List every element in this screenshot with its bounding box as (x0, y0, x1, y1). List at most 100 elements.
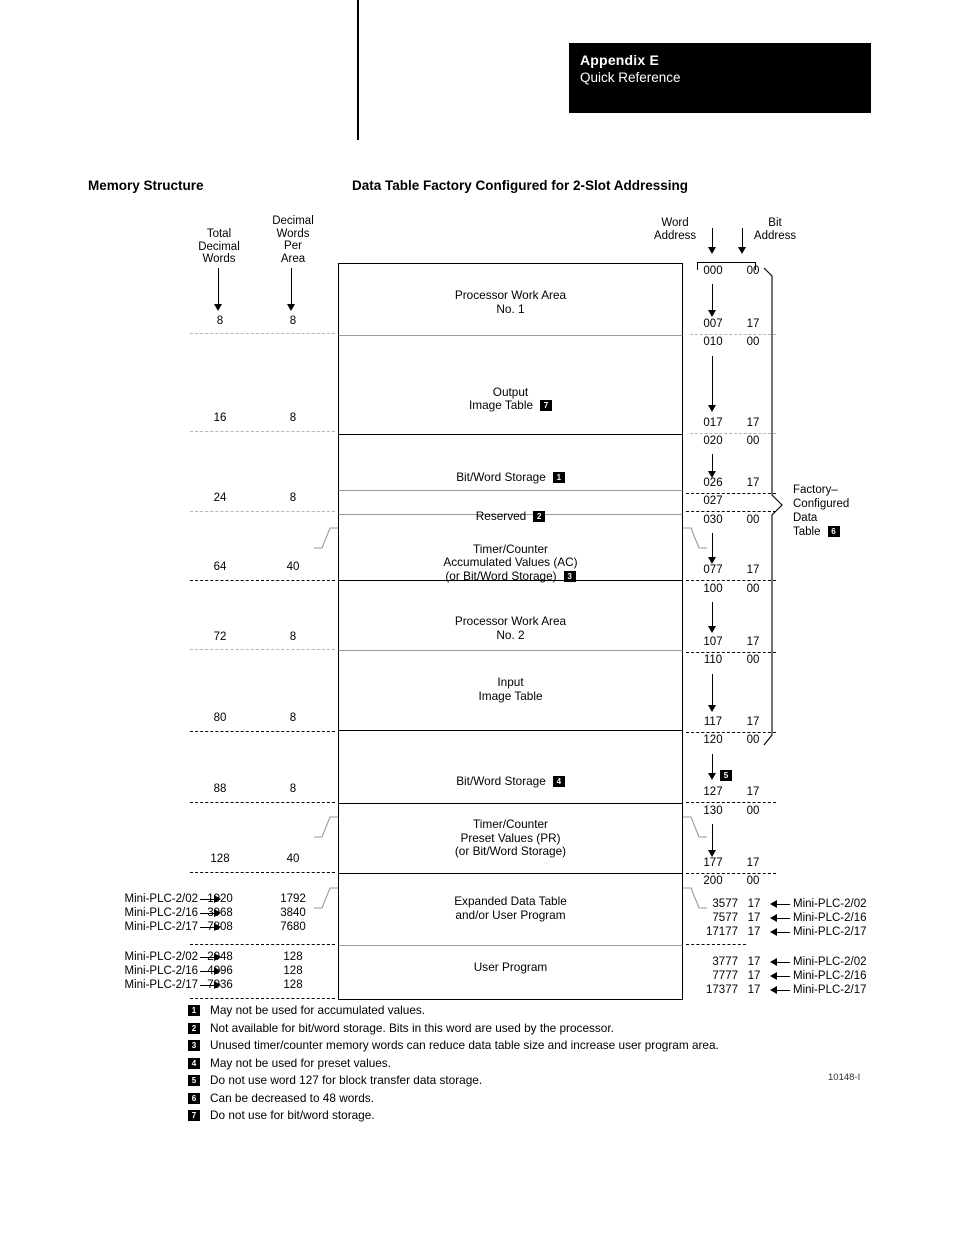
footnote-text-3: Unused timer/counter memory words can re… (210, 1038, 719, 1052)
footnote-marker-icon-2: 2 (188, 1022, 200, 1034)
footnote-item-3: 3 Unused timer/counter memory words can … (188, 1038, 888, 1056)
memory-structure-title: Memory Structure (88, 178, 204, 193)
page-canvas: Appendix E Quick Reference Memory Struct… (0, 0, 954, 1235)
footnote-marker-icon-5: 5 (188, 1075, 200, 1086)
footnote-marker-icon-1: 1 (188, 1005, 200, 1016)
plc-label-right-expanded-1: Mini-PLC-2/16 (793, 912, 867, 924)
bit-address-2: 00 (746, 336, 760, 348)
word-address-userprog-2: 17377 (706, 984, 738, 996)
column-header-total-decimal-words: Total Decimal Words (198, 228, 240, 265)
flow-arrow-head-5 (708, 705, 716, 712)
footnote-marker-icon-4: 4 (188, 1057, 200, 1069)
left-divider-10 (190, 998, 335, 999)
total-words-expanded-1: 3968 (207, 907, 233, 919)
bit-address-4: 00 (746, 435, 760, 447)
pointer-line-total (218, 268, 219, 306)
label-timer-counter-pr: Timer/Counter Preset Values (PR) (or Bit… (454, 817, 567, 858)
column-header-bit-address: Bit Address (753, 217, 797, 242)
bit-address-14: 17 (746, 786, 760, 798)
plc-label-userprog-2: Mini-PLC-2/17 (124, 979, 199, 991)
plc-label-right-userprog-2: Mini-PLC-2/17 (793, 984, 867, 996)
column-header-word-address: Word Address (653, 217, 697, 242)
label-user-program: User Program (473, 960, 548, 974)
bit-address-expanded-2: 17 (747, 926, 761, 938)
plc-arrow-right-expanded-0 (776, 904, 790, 905)
plc-label-expanded-1: Mini-PLC-2/16 (124, 907, 199, 919)
plc-label-userprog-0: Mini-PLC-2/02 (124, 951, 199, 963)
bit-address-userprog-2: 17 (747, 984, 761, 996)
per-area-userprog-2: 128 (283, 979, 303, 991)
per-area-value-6: 8 (289, 712, 297, 724)
left-divider-8 (190, 872, 335, 873)
word-address-expanded-0: 3577 (712, 898, 738, 910)
pointer-arrow-perarea (287, 304, 295, 311)
pointer-arrow-word (708, 247, 716, 254)
footnote-text-5: Do not use word 127 for block transfer d… (210, 1073, 483, 1087)
appendix-subtitle: Quick Reference (580, 70, 681, 85)
footnote-marker-icon-6: 6 (188, 1092, 200, 1104)
plc-arrow-right-userprog-2 (776, 990, 790, 991)
addr-divider-5 (686, 652, 776, 653)
break-mark-tc-pr-left (314, 816, 338, 838)
word-address-userprog-0: 3777 (712, 956, 738, 968)
per-area-expanded-2: 7680 (280, 921, 306, 933)
addr-divider-0 (690, 334, 776, 335)
total-words-value-8: 128 (210, 853, 230, 865)
bit-address-expanded-1: 17 (747, 912, 761, 924)
bit-address-userprog-0: 17 (747, 956, 761, 968)
footnote-marker-5: 5 (720, 770, 732, 781)
bit-address-12: 17 (746, 716, 760, 728)
footnote-text-1: May not be used for accumulated values. (210, 1003, 426, 1017)
flow-arrow-head-0 (708, 310, 716, 317)
left-divider-6 (190, 731, 335, 732)
plc-arrow-right-userprog-0 (776, 962, 790, 963)
break-mark-tc-pr-right (683, 816, 707, 838)
plc-label-right-userprog-1: Mini-PLC-2/16 (793, 970, 867, 982)
plc-label-right-userprog-0: Mini-PLC-2/02 (793, 956, 867, 968)
plc-label-expanded-2: Mini-PLC-2/17 (124, 921, 199, 933)
label-processor-work-area-1: Processor Work Area No. 1 (454, 288, 567, 316)
addr-divider-7 (686, 802, 776, 803)
flow-arrow-head-3 (708, 557, 716, 564)
word-address-expanded-1: 7577 (712, 912, 738, 924)
label-processor-work-area-2: Processor Work Area No. 2 (454, 614, 567, 642)
figure-id: 10148-I (828, 1072, 861, 1083)
plc-label-right-expanded-0: Mini-PLC-2/02 (793, 898, 867, 910)
per-area-value-7: 8 (289, 783, 297, 795)
footnote-item-1: 1 May not be used for accumulated values… (188, 1003, 888, 1021)
footnote-item-2: 2 Not available for bit/word storage. Bi… (188, 1021, 888, 1039)
footnote-text-4: May not be used for preset values. (210, 1055, 391, 1070)
total-words-value-0: 8 (216, 315, 224, 327)
left-divider-5 (190, 649, 335, 650)
footnote-marker-7: 7 (540, 400, 553, 411)
data-table-title: Data Table Factory Configured for 2-Slot… (352, 178, 689, 193)
per-area-value-0: 8 (289, 315, 297, 327)
footnote-marker-3: 3 (563, 570, 576, 582)
plc-label-expanded-0: Mini-PLC-2/02 (124, 893, 199, 905)
per-area-value-1: 8 (289, 412, 297, 424)
bit-address-7: 00 (746, 514, 760, 526)
total-words-expanded-2: 7808 (207, 921, 233, 933)
addr-divider-1 (690, 433, 776, 434)
footnote-item-5: 5 Do not use word 127 for block transfer… (188, 1073, 888, 1091)
left-divider-9 (190, 944, 335, 945)
pointer-line-perarea (291, 268, 292, 306)
footnote-marker-2: 2 (533, 510, 546, 522)
left-divider-1 (190, 431, 335, 432)
footnote-text-6: Can be decreased to 48 words. (210, 1090, 374, 1105)
bit-address-10: 17 (746, 636, 760, 648)
bit-address-8: 17 (746, 564, 760, 576)
footnote-text-7: Do not use for bit/word storage. (210, 1108, 375, 1122)
bit-address-9: 00 (746, 583, 760, 595)
total-words-userprog-2: 7936 (207, 979, 233, 991)
addr-divider-4 (686, 580, 776, 581)
plc-label-userprog-1: Mini-PLC-2/16 (124, 965, 199, 977)
plc-arrow-right-userprog-1 (776, 976, 790, 977)
plc-label-right-expanded-2: Mini-PLC-2/17 (793, 926, 867, 938)
per-area-value-5: 8 (289, 631, 297, 643)
factory-configured-label: Factory– Configured Data Table 6 (793, 484, 850, 538)
plc-arrow-right-expanded-2 (776, 932, 790, 933)
flow-arrow-line-1 (712, 356, 713, 410)
total-words-value-5: 72 (213, 631, 227, 643)
addr-divider-3 (686, 511, 776, 512)
